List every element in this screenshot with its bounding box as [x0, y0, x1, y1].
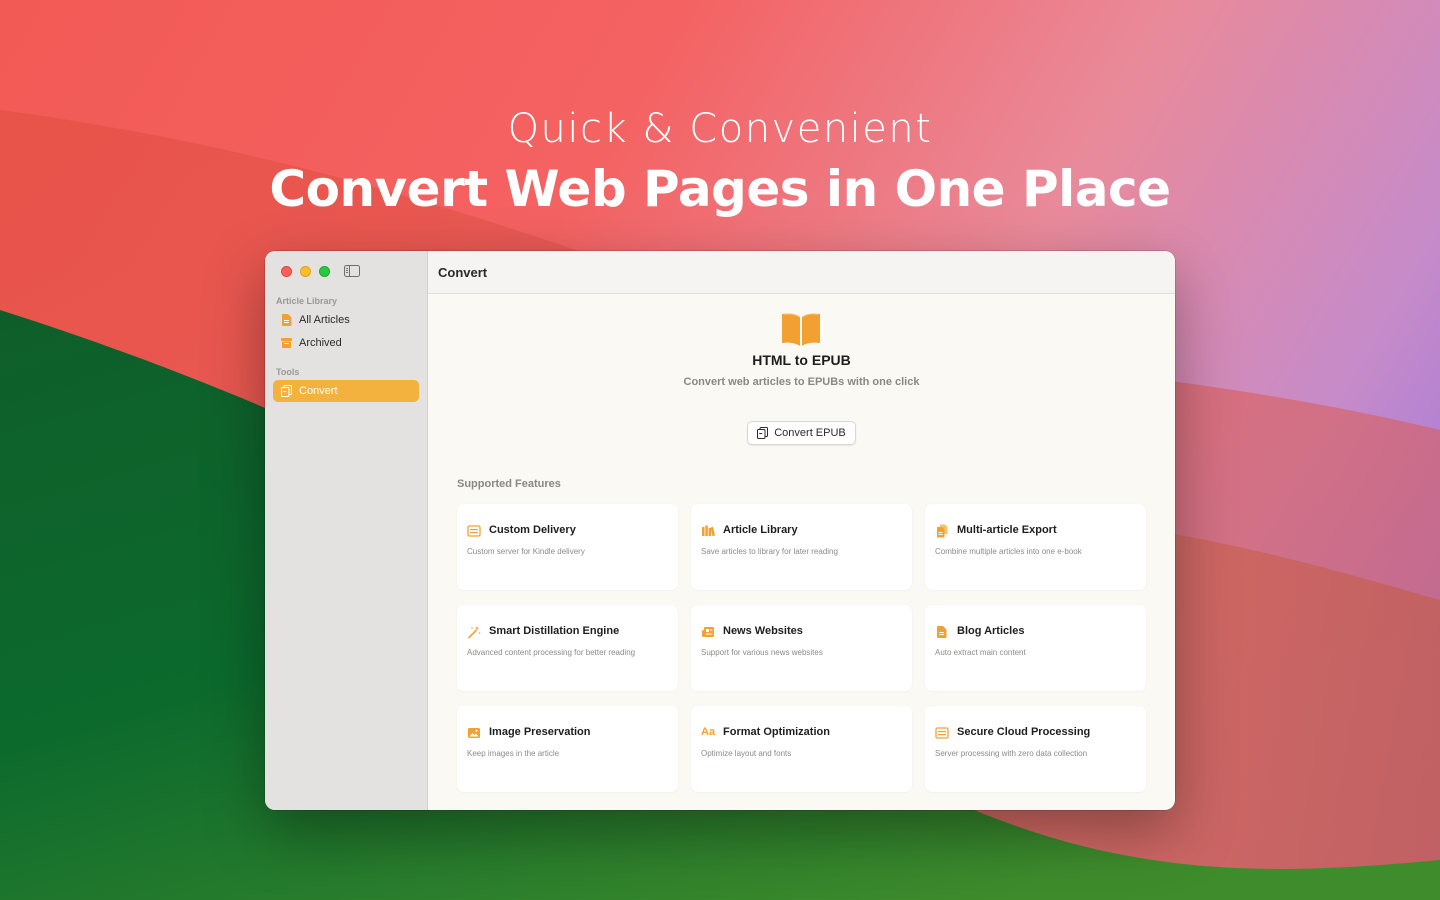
convert-epub-button[interactable]: Convert EPUB	[747, 421, 856, 445]
feature-title: Article Library	[723, 524, 798, 536]
feature-card-blog-articles: Blog Articles Auto extract main content	[925, 605, 1146, 691]
app-window: Article Library All Articles Archived To…	[265, 251, 1175, 810]
text-format-icon: Aa	[701, 726, 716, 738]
minimize-button[interactable]	[300, 266, 311, 277]
feature-description: Custom server for Kindle delivery	[467, 547, 585, 556]
feature-card-smart-distillation: Smart Distillation Engine Advanced conte…	[457, 605, 678, 691]
features-heading: Supported Features	[457, 478, 561, 490]
window-controls	[281, 266, 330, 277]
convert-epub-label: Convert EPUB	[774, 427, 846, 439]
feature-description: Server processing with zero data collect…	[935, 749, 1088, 758]
feature-card-news-websites: News Websites Support for various news w…	[691, 605, 912, 691]
photo-icon	[468, 728, 480, 738]
document-icon	[281, 314, 292, 326]
sidebar-item-convert[interactable]: Convert	[273, 380, 419, 402]
sidebar: Article Library All Articles Archived To…	[265, 251, 428, 810]
feature-title: Image Preservation	[489, 726, 591, 738]
sidebar-item-label: Archived	[299, 337, 342, 349]
feature-title: Smart Distillation Engine	[489, 625, 620, 637]
sidebar-item-archived[interactable]: Archived	[273, 332, 419, 354]
feature-title: Blog Articles	[957, 625, 1025, 637]
feature-title: Multi-article Export	[957, 524, 1057, 536]
sidebar-item-label: Convert	[299, 385, 338, 397]
feature-description: Auto extract main content	[935, 648, 1026, 657]
convert-copy-icon	[757, 427, 769, 439]
sidebar-item-label: All Articles	[299, 314, 350, 326]
headline-subtitle: Quick & Convenient	[507, 106, 933, 152]
feature-description: Keep images in the article	[467, 749, 560, 758]
feature-title: News Websites	[723, 625, 803, 637]
hero-subtitle: Convert web articles to EPUBs with one c…	[683, 376, 920, 388]
newspaper-icon	[702, 627, 714, 637]
feature-title: Secure Cloud Processing	[957, 726, 1091, 738]
feature-description: Optimize layout and fonts	[701, 749, 792, 758]
document-icon	[937, 626, 947, 638]
feature-title: Custom Delivery	[489, 524, 576, 536]
open-book-icon	[782, 313, 820, 346]
list-icon	[935, 727, 949, 739]
sidebar-toggle-icon[interactable]	[344, 265, 360, 277]
archive-box-icon	[281, 337, 292, 349]
feature-description: Save articles to library for later readi…	[701, 547, 838, 556]
list-icon	[467, 525, 481, 537]
sidebar-section-article-library: Article Library	[276, 296, 338, 306]
headline-title: Convert Web Pages in One Place	[269, 160, 1171, 218]
feature-description: Advanced content processing for better r…	[467, 648, 636, 657]
convert-copy-icon	[281, 385, 292, 397]
feature-card-image-preservation: Image Preservation Keep images in the ar…	[457, 706, 678, 792]
feature-title: Format Optimization	[723, 726, 830, 738]
hero-title: HTML to EPUB	[752, 352, 851, 368]
feature-description: Combine multiple articles into one e-boo…	[935, 547, 1082, 556]
feature-card-article-library: Article Library Save articles to library…	[691, 504, 912, 590]
feature-description: Support for various news websites	[701, 648, 823, 657]
books-icon	[702, 525, 715, 537]
feature-card-format-optimization: Aa Format Optimization Optimize layout a…	[691, 706, 912, 792]
close-button[interactable]	[281, 266, 292, 277]
main-area: Convert HTML to EPUB Convert web article…	[428, 251, 1175, 810]
convert-page: HTML to EPUB Convert web articles to EPU…	[428, 294, 1175, 810]
feature-card-multi-article-export: Multi-article Export Combine multiple ar…	[925, 504, 1146, 590]
sidebar-item-all-articles[interactable]: All Articles	[273, 309, 419, 331]
documents-icon	[937, 524, 948, 538]
toolbar-title: Convert	[428, 251, 1175, 294]
sidebar-section-tools: Tools	[276, 367, 300, 377]
magic-wand-icon	[468, 626, 481, 639]
zoom-button[interactable]	[319, 266, 330, 277]
feature-card-secure-cloud: Secure Cloud Processing Server processin…	[925, 706, 1146, 792]
feature-card-custom-delivery: Custom Delivery Custom server for Kindle…	[457, 504, 678, 590]
